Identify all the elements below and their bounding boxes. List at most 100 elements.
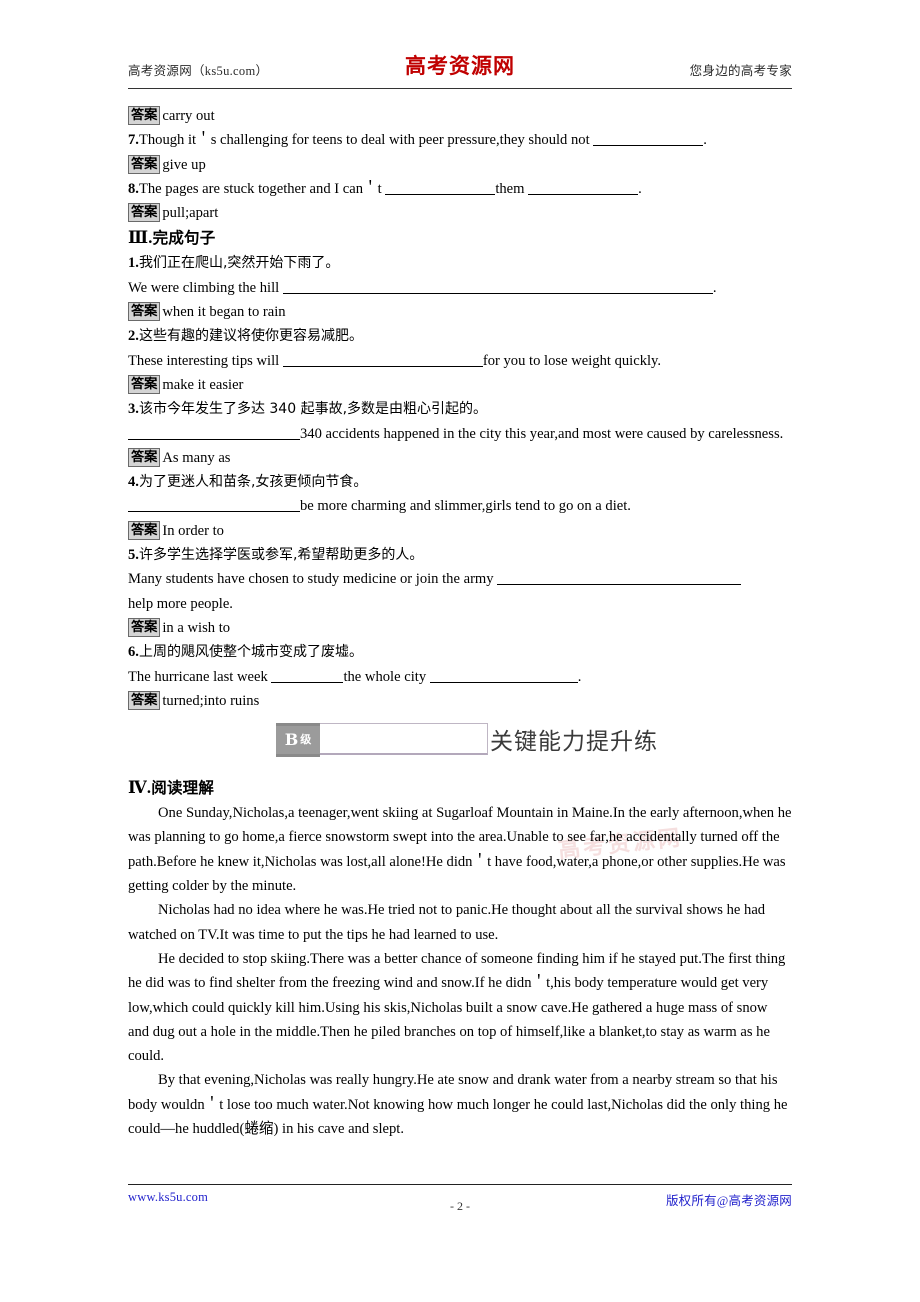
answer-label: 答案 [128,617,161,637]
fill-blank[interactable] [593,131,704,147]
prompt-english: be more charming and slimmer,girls tend … [128,494,792,518]
prompt-chinese: 2.这些有趣的建议将使你更容易减肥。 [128,324,792,348]
prompt-chinese: 1.我们正在爬山,突然开始下雨了。 [128,251,792,275]
chinese-sentence: 该市今年发生了多达 340 起事故,多数是由粗心引起的。 [138,401,488,418]
section-heading-4: Ⅳ.阅读理解 [128,775,792,801]
question-text-mid: them [495,180,529,197]
header-slogan: 您身边的高考专家 [689,64,792,78]
passage-paragraph: He decided to stop skiing.There was a be… [128,950,786,1065]
page-footer: www.ks5u.com - 2 - 版权所有@高考资源网 [128,1190,792,1216]
answer-label: 答案 [128,690,161,710]
prompt-chinese: 6.上周的飓风使整个城市变成了废墟。 [128,640,792,664]
footer-copyright: 版权所有@高考资源网 [665,1194,792,1208]
english-lead: We were climbing the hill [128,279,283,296]
english-tail: . [577,668,582,685]
page-header: 高考资源网（ks5u.com） 高考资源网 您身边的高考专家 [128,52,792,90]
fill-blank[interactable] [282,352,483,367]
answer-line: 答案 carry out [128,104,792,128]
passage-paragraph: By that evening,Nicholas was really hung… [128,1072,788,1137]
fill-blank[interactable] [429,668,578,683]
answer-line: 答案 As many as [128,446,792,470]
footer-url[interactable]: www.ks5u.com [128,1190,208,1205]
fill-blank[interactable] [528,180,639,195]
english-tail: for you to lose weight quickly. [482,352,662,369]
answer-text: carry out [162,108,215,124]
english-tail: 340 accidents happened in the city this … [300,425,784,442]
answer-label: 答案 [128,154,161,174]
answer-text: As many as [162,449,231,466]
prompt-english: Many students have chosen to study medic… [128,567,792,591]
chinese-sentence: 许多学生选择学医或参军,希望帮助更多的人。 [138,547,424,564]
english-tail: be more charming and slimmer,girls tend … [300,498,631,515]
answer-label: 答案 [128,447,161,467]
answer-text: in a wish to [162,619,231,636]
prompt-chinese: 4.为了更迷人和苗条,女孩更倾向节食。 [128,470,792,494]
header-divider [128,88,792,89]
answer-line: 答案 In order to [128,519,792,543]
fill-blank[interactable] [128,425,300,440]
level-banner: B级 关键能力提升练 [128,723,792,773]
question-line-8: 8.The pages are stuck together and I can… [128,177,792,201]
answer-label: 答案 [128,302,161,322]
english-lead: Many students have chosen to study medic… [128,571,498,588]
passage-paragraph: Nicholas had no idea where he was.He tri… [128,902,766,943]
section-heading-3: Ⅲ.完成句子 [128,225,792,251]
answer-line: 答案 in a wish to [128,616,792,640]
question-text: The pages are stuck together and I can＇t [138,180,386,197]
answer-text: make it easier [162,376,244,393]
answer-text: In order to [162,522,224,539]
fill-blank[interactable] [128,497,300,513]
item-number: 2. [128,328,139,345]
fill-blank[interactable] [282,279,713,294]
item-number: 5. [128,547,139,564]
prompt-english: 340 accidents happened in the city this … [128,422,792,446]
prompt-english: These interesting tips will for you to l… [128,349,792,373]
prompt-english-cont: help more people. [128,592,792,616]
question-number: 8. [128,180,139,197]
answer-line: 答案 give up [128,153,792,177]
level-badge-letter: B [284,729,299,749]
header-site-name: 高考资源网（ks5u.com） [128,64,269,78]
english-tail: . [712,279,717,296]
passage-paragraph: One Sunday,Nicholas,a teenager,went skii… [128,805,792,895]
english-lead: The hurricane last week [128,668,272,685]
section-numeral: Ⅲ. [128,228,153,248]
chinese-sentence: 为了更迷人和苗条,女孩更倾向节食。 [138,474,368,491]
answer-text: give up [162,156,206,173]
english-tail: help more people. [128,595,233,612]
fill-blank[interactable] [271,668,344,683]
answer-text: turned;into ruins [162,692,260,709]
chinese-sentence: 上周的飓风使整个城市变成了废墟。 [138,644,363,661]
prompt-english: We were climbing the hill . [128,276,792,300]
level-badge-suffix: 级 [300,732,312,746]
answer-label: 答案 [128,203,161,223]
item-number: 3. [128,401,139,418]
level-banner-title: 关键能力提升练 [490,729,658,756]
answer-text: when it began to rain [162,304,286,321]
fill-blank[interactable] [385,180,496,195]
question-text: Though it＇s challenging for teens to dea… [138,132,594,149]
answer-text: pull;apart [162,205,219,222]
reading-passage: One Sunday,Nicholas,a teenager,went skii… [128,801,792,1141]
question-number: 7. [128,132,139,149]
item-number: 6. [128,644,139,661]
answer-label: 答案 [128,374,161,394]
level-banner-box [320,723,488,756]
answer-line: 答案 when it began to rain [128,300,792,324]
fill-blank[interactable] [497,570,742,586]
worksheet-page: 高考资源网（ks5u.com） 高考资源网 您身边的高考专家 高考资源网 答案 c… [0,0,920,1302]
answer-label: 答案 [128,520,161,540]
footer-divider [128,1184,792,1185]
question-text-tail: . [638,180,642,197]
section-numeral: Ⅳ. [128,778,152,798]
chinese-sentence: 我们正在爬山,突然开始下雨了。 [138,255,340,272]
section-title: 阅读理解 [151,779,215,798]
item-number: 4. [128,474,139,491]
level-banner-inner: B级 关键能力提升练 [276,723,658,758]
page-number: - 2 - [450,1199,470,1213]
answer-line: 答案 pull;apart [128,201,792,225]
prompt-chinese: 3.该市今年发生了多达 340 起事故,多数是由粗心引起的。 [128,397,792,421]
answer-line: 答案 make it easier [128,373,792,397]
chinese-sentence: 这些有趣的建议将使你更容易减肥。 [138,328,363,345]
section-title: 完成句子 [152,229,216,248]
